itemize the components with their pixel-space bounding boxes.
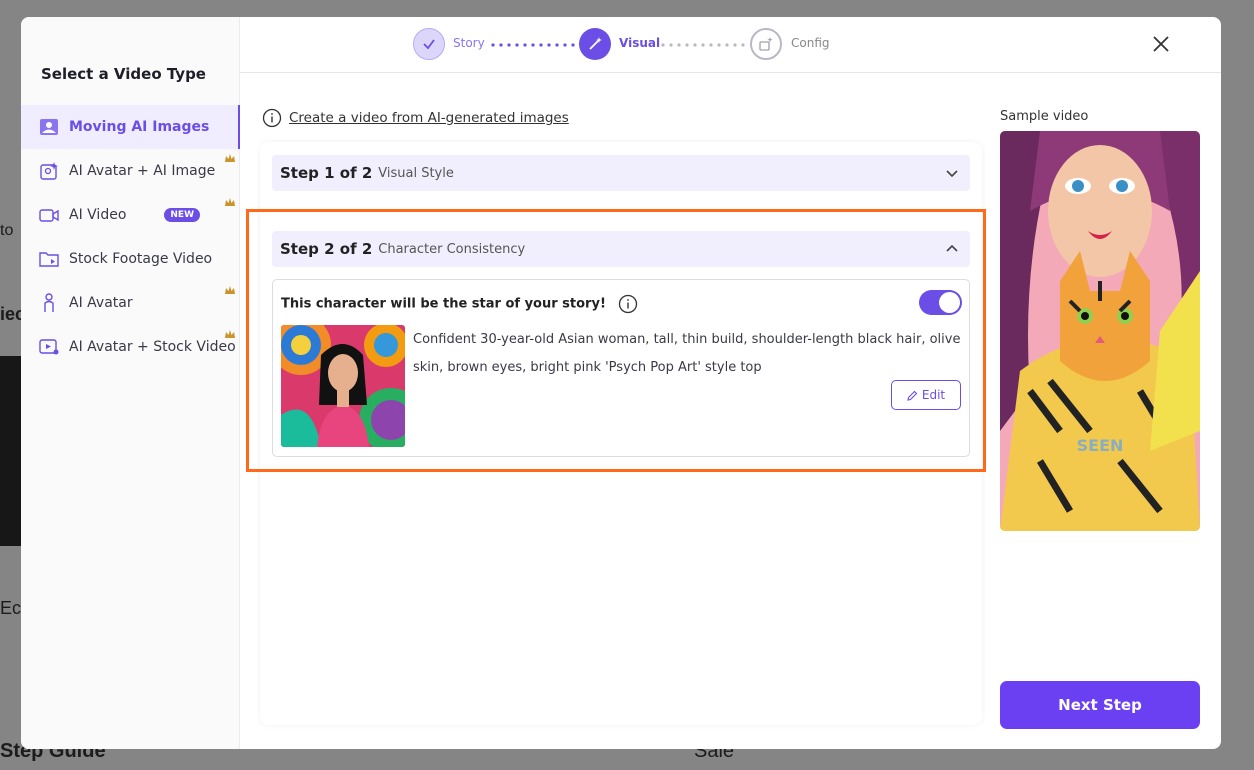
edit-character-button[interactable]: Edit [891,380,961,410]
step-visual-label: Visual [619,36,661,50]
play-avatar-icon [38,337,59,358]
magic-wand-icon [589,37,602,50]
character-toggle[interactable] [919,290,962,315]
step2-accordion[interactable]: Step 2 of 2 Character Consistency [272,231,970,267]
sidebar-title: Select a Video Type [41,65,206,83]
stepper-bar: Story Visual Config [240,17,1221,73]
next-step-button[interactable]: Next Step [1000,681,1200,729]
sidebar-item-ai-avatar[interactable]: AI Avatar [21,281,240,325]
sidebar-item-ai-avatar-stock-video[interactable]: AI Avatar + Stock Video [21,325,240,369]
step1-subtitle: Visual Style [378,165,454,181]
crown-icon [225,286,235,294]
sample-watermark: SEEN [1077,436,1124,455]
sidebar-item-moving-ai-images[interactable]: Moving AI Images [21,105,240,149]
step-config-circle[interactable] [750,28,782,60]
sidebar-item-label: Stock Footage Video [69,251,213,267]
video-camera-icon [38,205,59,226]
step1-accordion[interactable]: Step 1 of 2 Visual Style [272,155,970,191]
sidebar-item-label: AI Video [69,207,127,223]
edit-label: Edit [921,388,946,402]
step-story-circle[interactable] [413,28,445,60]
sample-video-preview[interactable]: SEEN [1000,131,1200,531]
new-badge: NEW [164,208,200,222]
sample-video-label: Sample video [1000,109,1089,124]
sidebar-item-label: AI Avatar + Stock Video [69,339,236,355]
step-dots [491,43,575,47]
info-icon [262,108,282,128]
config-sparkle-icon [759,37,773,51]
character-title: This character will be the star of your … [281,296,606,312]
sparkle-image-icon [38,161,59,182]
person-icon [38,293,59,314]
step-dots [661,43,745,47]
step-story-label: Story [453,36,485,50]
step2-title: Step 2 of 2 [280,240,373,258]
sidebar-item-stock-footage-video[interactable]: Stock Footage Video [21,237,240,281]
sidebar-item-label: AI Avatar [69,295,133,311]
step-visual-circle[interactable] [579,28,611,60]
character-image[interactable] [281,325,405,447]
video-type-modal: Select a Video Type Moving AI Images AI … [21,17,1221,749]
chevron-up-icon [946,244,958,252]
sidebar-item-label: Moving AI Images [69,119,210,135]
folder-video-icon [38,249,59,270]
pencil-icon [907,390,918,401]
sidebar: Select a Video Type Moving AI Images AI … [21,17,240,749]
info-icon[interactable] [618,294,638,314]
step2-subtitle: Character Consistency [378,241,526,257]
step-config-label: Config [791,36,830,50]
close-icon[interactable] [1151,34,1171,54]
create-video-link-row: Create a video from AI-generated images [262,108,569,128]
crown-icon [225,330,235,338]
character-card: This character will be the star of your … [272,279,970,457]
chevron-down-icon [946,170,958,178]
main-content: Story Visual Config Create a video from … [240,17,1221,749]
sidebar-item-ai-video[interactable]: AI Video NEW [21,193,240,237]
sidebar-item-ai-avatar-ai-image[interactable]: AI Avatar + AI Image [21,149,240,193]
crown-icon [225,154,235,162]
image-icon [38,117,59,138]
character-title-row: This character will be the star of your … [281,294,638,314]
step1-title: Step 1 of 2 [280,164,373,182]
crown-icon [225,198,235,206]
character-description: Confident 30-year-old Asian woman, tall,… [413,332,961,375]
check-icon [423,39,435,50]
sidebar-item-label: AI Avatar + AI Image [69,163,216,179]
create-video-link[interactable]: Create a video from AI-generated images [289,110,569,126]
